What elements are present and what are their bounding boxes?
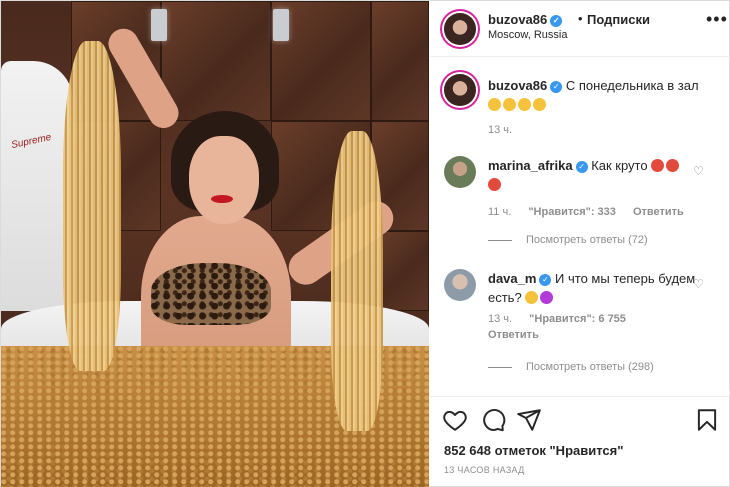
caption-avatar[interactable] (444, 74, 476, 106)
view-replies-button[interactable]: Посмотреть ответы (298) (488, 361, 654, 373)
comment-like-heart-icon[interactable]: ♡ (693, 164, 704, 178)
author-avatar[interactable] (444, 13, 476, 45)
commenter-avatar[interactable] (444, 269, 476, 301)
heart-icon[interactable] (442, 407, 468, 433)
post-timestamp: 13 часов назад (444, 465, 525, 475)
caption-text: buzova86 ✓ С понедельника в зал (488, 76, 703, 114)
commenter-avatar[interactable] (444, 156, 476, 188)
likes-count[interactable]: 852 648 отметок "Нравится" (444, 443, 623, 458)
caption-meta: 13 ч. (488, 124, 526, 136)
thinking-emoji-icon (525, 291, 539, 304)
verified-badge-icon: ✓ (575, 160, 588, 173)
comment-like-heart-icon[interactable]: ♡ (693, 277, 704, 291)
comment-text: marina_afrika ✓ Как круто (488, 156, 703, 194)
author-username-text[interactable]: buzova86 (488, 12, 547, 27)
heart-eyes-emoji-icon (488, 178, 501, 191)
comment-likes[interactable]: "Нравится": 6 755 (529, 313, 626, 325)
comment-meta: 13 ч. "Нравится": 6 755 (488, 313, 640, 325)
comment-meta: 11 ч. "Нравится": 333 Ответить (488, 206, 698, 218)
caption-username[interactable]: buzova86 (488, 78, 547, 93)
exploding-head-emoji-icon (540, 291, 554, 304)
separator-dot: • (578, 11, 583, 26)
caption-body: С понедельника в зал (565, 78, 699, 93)
more-options-icon[interactable]: ••• (706, 9, 728, 30)
bookmark-icon[interactable] (694, 407, 720, 433)
verified-badge-icon: ✓ (539, 273, 552, 286)
comment-time: 13 ч. (488, 313, 513, 325)
flexed-biceps-emoji-icon (533, 98, 546, 111)
comment-icon[interactable] (480, 407, 506, 433)
noodles-right-hand (331, 131, 383, 431)
post-header: buzova86 ✓ • Подписки Moscow, Russia ••• (430, 1, 730, 57)
post-location[interactable]: Moscow, Russia (488, 29, 567, 41)
caption-time: 13 ч. (488, 124, 513, 136)
verified-badge-icon: ✓ (550, 14, 563, 27)
comments-scroll-fade (430, 388, 730, 395)
person-face (189, 136, 259, 224)
reply-button[interactable]: Ответить (488, 329, 539, 341)
share-icon[interactable] (516, 407, 542, 433)
verified-badge-icon: ✓ (550, 80, 563, 93)
post-side-panel: buzova86 ✓ • Подписки Moscow, Russia ••• … (430, 1, 730, 487)
leopard-top (151, 263, 271, 325)
heart-eyes-emoji-icon (666, 159, 680, 172)
comment-likes[interactable]: "Нравится": 333 (528, 206, 616, 218)
comment-body: Как круто (591, 158, 648, 173)
flexed-biceps-emoji-icon (518, 98, 531, 111)
comment-username[interactable]: marina_afrika (488, 158, 573, 173)
noodles-left-hand (63, 41, 121, 371)
flexed-biceps-emoji-icon (503, 98, 516, 111)
view-replies-button[interactable]: Посмотреть ответы (72) (488, 234, 648, 246)
heart-eyes-emoji-icon (651, 159, 665, 172)
comments-list: buzova86 ✓ С понедельника в зал 13 ч. mar… (430, 58, 730, 395)
person-lips (211, 195, 233, 203)
follow-button[interactable]: Подписки (587, 12, 650, 27)
comment-time: 11 ч. (488, 206, 512, 218)
reply-button[interactable]: Ответить (633, 206, 684, 218)
post-actions: 852 648 отметок "Нравится" 13 часов наза… (430, 396, 730, 487)
comment-username[interactable]: dava_m (488, 271, 536, 286)
comment-text: dava_m ✓ И что мы теперь будем есть? (488, 269, 703, 307)
comment-meta-reply: Ответить (488, 329, 553, 341)
post-photo[interactable]: Supreme (1, 1, 429, 487)
instagram-post: Supreme buzova86 ✓ • Подписки Moscow, Rus… (0, 0, 730, 487)
wall-light (273, 9, 289, 41)
author-username[interactable]: buzova86 ✓ (488, 12, 563, 27)
wall-light (151, 9, 167, 41)
grin-emoji-icon (488, 98, 501, 111)
